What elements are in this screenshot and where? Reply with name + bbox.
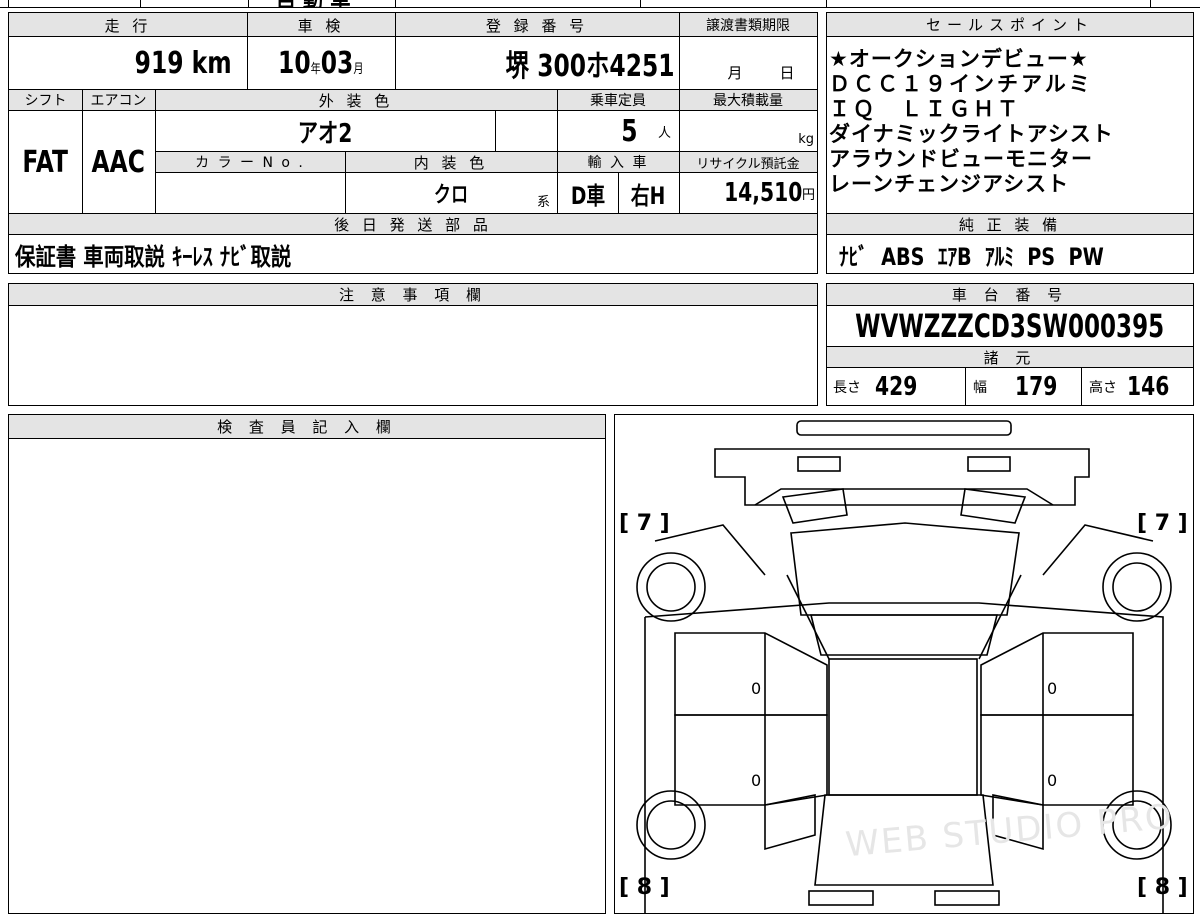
sales-point-line: ＤＣＣ１９インチアルミ xyxy=(829,72,1093,96)
later-parts-header: 後 日 発 送 部 品 xyxy=(334,215,492,234)
rear-left-count: [ 8 ] xyxy=(619,875,670,900)
sales-point-line: ★オークションデビュー★ xyxy=(829,47,1089,71)
interior-color-value: クロ xyxy=(433,183,469,208)
sales-points-panel: セールスポイント ★オークションデビュー★ ＤＣＣ１９インチアルミ ＩＱ ＬＩＧ… xyxy=(826,12,1194,274)
later-parts-items: 保証書 車両取説 ｷｰﾚｽ ﾅﾋﾞ取説 xyxy=(15,242,292,271)
aircon-value: AAC xyxy=(91,144,146,180)
capacity-header: 乗車定員 xyxy=(590,93,646,109)
inspector-panel: 検 査 員 記 入 欄 xyxy=(8,414,606,914)
shift-header: シフト xyxy=(24,93,67,109)
import-handle: 右H xyxy=(631,181,666,210)
notes-header: 注 意 事 項 欄 xyxy=(9,284,817,306)
sales-points-header: セールスポイント xyxy=(827,13,1193,37)
interior-color-header: 内 装 色 xyxy=(413,153,489,172)
genuine-equipment-header: 純 正 装 備 xyxy=(958,215,1062,234)
rear-right-count: [ 8 ] xyxy=(1137,875,1188,900)
sales-point-line: アラウンドビューモニター xyxy=(829,147,1093,171)
vehicle-info-table: 走 行 車 検 登 録 番 号 譲渡書類期限 919 km 10年03月 堺 3… xyxy=(8,12,818,274)
capacity-value: 5人 xyxy=(621,113,671,149)
door-mark: 0 xyxy=(751,771,762,790)
front-right-count: [ 7 ] xyxy=(1137,511,1188,536)
top-strip: 自 動 車 xyxy=(0,0,1200,8)
interior-suffix: 系 xyxy=(537,195,551,210)
car-diagram-panel: [ 7 ] [ 7 ] [ 8 ] [ 8 ] 0 0 0 0 WEB STUD… xyxy=(614,414,1194,914)
max-load-value: kg xyxy=(798,132,814,147)
door-mark: 0 xyxy=(751,679,762,698)
inspector-header: 検 査 員 記 入 欄 xyxy=(9,415,605,439)
sales-point-line: レーンチェンジアシスト xyxy=(829,172,1070,196)
import-header: 輸 入 車 xyxy=(587,155,649,171)
chassis-header: 車 台 番 号 xyxy=(827,284,1193,306)
door-mark: 0 xyxy=(1047,679,1058,698)
sales-points-list: ★オークションデビュー★ ＤＣＣ１９インチアルミ ＩＱ ＬＩＧＨＴ ダイナミック… xyxy=(829,47,1191,197)
inspection-header: 車 検 xyxy=(297,16,345,35)
mileage-value: 919 km xyxy=(134,45,232,81)
sales-point-line: ＩＱ ＬＩＧＨＴ xyxy=(829,97,1021,121)
recycle-header: リサイクル預託金 xyxy=(696,156,800,172)
chassis-panel: 車 台 番 号 WVWZZZCD3SW000395 諸 元 長さ 429 幅 1… xyxy=(826,283,1194,406)
mileage-header: 走 行 xyxy=(104,16,152,35)
door-mark: 0 xyxy=(1047,771,1058,790)
chassis-number: WVWZZZCD3SW000395 xyxy=(855,307,1165,345)
exterior-color-header: 外 装 色 xyxy=(318,91,394,110)
registration-header: 登 録 番 号 xyxy=(485,16,589,35)
front-left-count: [ 7 ] xyxy=(619,511,670,536)
specs-header: 諸 元 xyxy=(983,348,1037,367)
notes-panel: 注 意 事 項 欄 xyxy=(8,283,818,406)
exterior-color-value: アオ2 xyxy=(297,118,353,149)
max-load-header: 最大積載量 xyxy=(713,93,783,109)
import-drive: D車 xyxy=(570,181,605,210)
genuine-equipment-items: ﾅﾋﾞ ABS ｴｱB ｱﾙﾐ PS PW xyxy=(839,242,1104,271)
registration-number: 堺 300ホ4251 xyxy=(506,49,675,84)
aircon-header: エアコン xyxy=(90,93,147,109)
transfer-deadline-header: 譲渡書類期限 xyxy=(706,18,790,34)
color-no-header: カ ラ ー N o . xyxy=(195,155,305,171)
shift-value: FAT xyxy=(22,144,69,180)
spec-width: 幅 179 xyxy=(973,371,1058,402)
spec-height: 高さ 146 xyxy=(1089,371,1170,402)
inspection-value: 10年03月 xyxy=(278,45,364,81)
recycle-value: 14,510 円 xyxy=(723,178,815,208)
transfer-deadline-value: 月日 xyxy=(727,64,795,82)
spec-length: 長さ 429 xyxy=(833,371,918,402)
sales-point-line: ダイナミックライトアシスト xyxy=(829,122,1114,146)
